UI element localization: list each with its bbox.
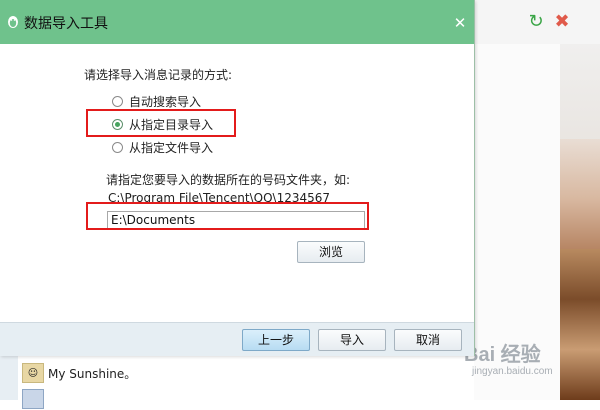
back-button[interactable]: 上一步 (242, 329, 310, 351)
background-toolbar: ↻ ✖ (474, 0, 600, 45)
refresh-icon[interactable]: ↻ (526, 12, 546, 32)
watermark-url: jingyan.baidu.com (472, 366, 553, 377)
radio-from-file[interactable]: 从指定文件导入 (112, 139, 213, 156)
import-dialog: 数据导入工具 ✕ 请选择导入消息记录的方式: 自动搜索导入 从指定目录导入 从指… (0, 0, 475, 356)
dialog-titlebar[interactable]: 数据导入工具 ✕ (0, 0, 474, 44)
import-button[interactable]: 导入 (318, 329, 386, 351)
avatar: ☺ (22, 363, 44, 383)
contact-name: My Sunshine。 (48, 366, 137, 381)
avatar (22, 389, 44, 409)
import-method-prompt: 请选择导入消息记录的方式: (84, 68, 233, 82)
baidu-watermark: Bai 经验 jingyan.baidu.com (464, 338, 600, 400)
highlight-box (86, 109, 236, 137)
qq-penguin-icon (8, 16, 18, 28)
dialog-title: 数据导入工具 (24, 16, 108, 32)
list-item[interactable]: ☺ My Sunshine。 (22, 362, 136, 384)
highlight-box (86, 202, 369, 230)
radio-button[interactable] (112, 96, 123, 107)
folder-prompt: 请指定您要导入的数据所在的号码文件夹，如: (106, 173, 351, 187)
browse-button[interactable]: 浏览 (297, 241, 365, 263)
radio-auto-search[interactable]: 自动搜索导入 (112, 93, 201, 110)
list-item[interactable] (22, 388, 44, 410)
watermark-brand: Bai 经验 (464, 344, 541, 366)
radio-button[interactable] (112, 142, 123, 153)
radio-label: 从指定文件导入 (129, 141, 214, 155)
close-icon[interactable]: ✕ (452, 15, 468, 31)
radio-label: 自动搜索导入 (129, 95, 202, 109)
pin-icon[interactable]: ✖ (552, 12, 572, 32)
contact-list-strip (0, 350, 18, 400)
dialog-footer: 上一步 导入 取消 (0, 322, 474, 356)
cancel-button[interactable]: 取消 (394, 329, 462, 351)
